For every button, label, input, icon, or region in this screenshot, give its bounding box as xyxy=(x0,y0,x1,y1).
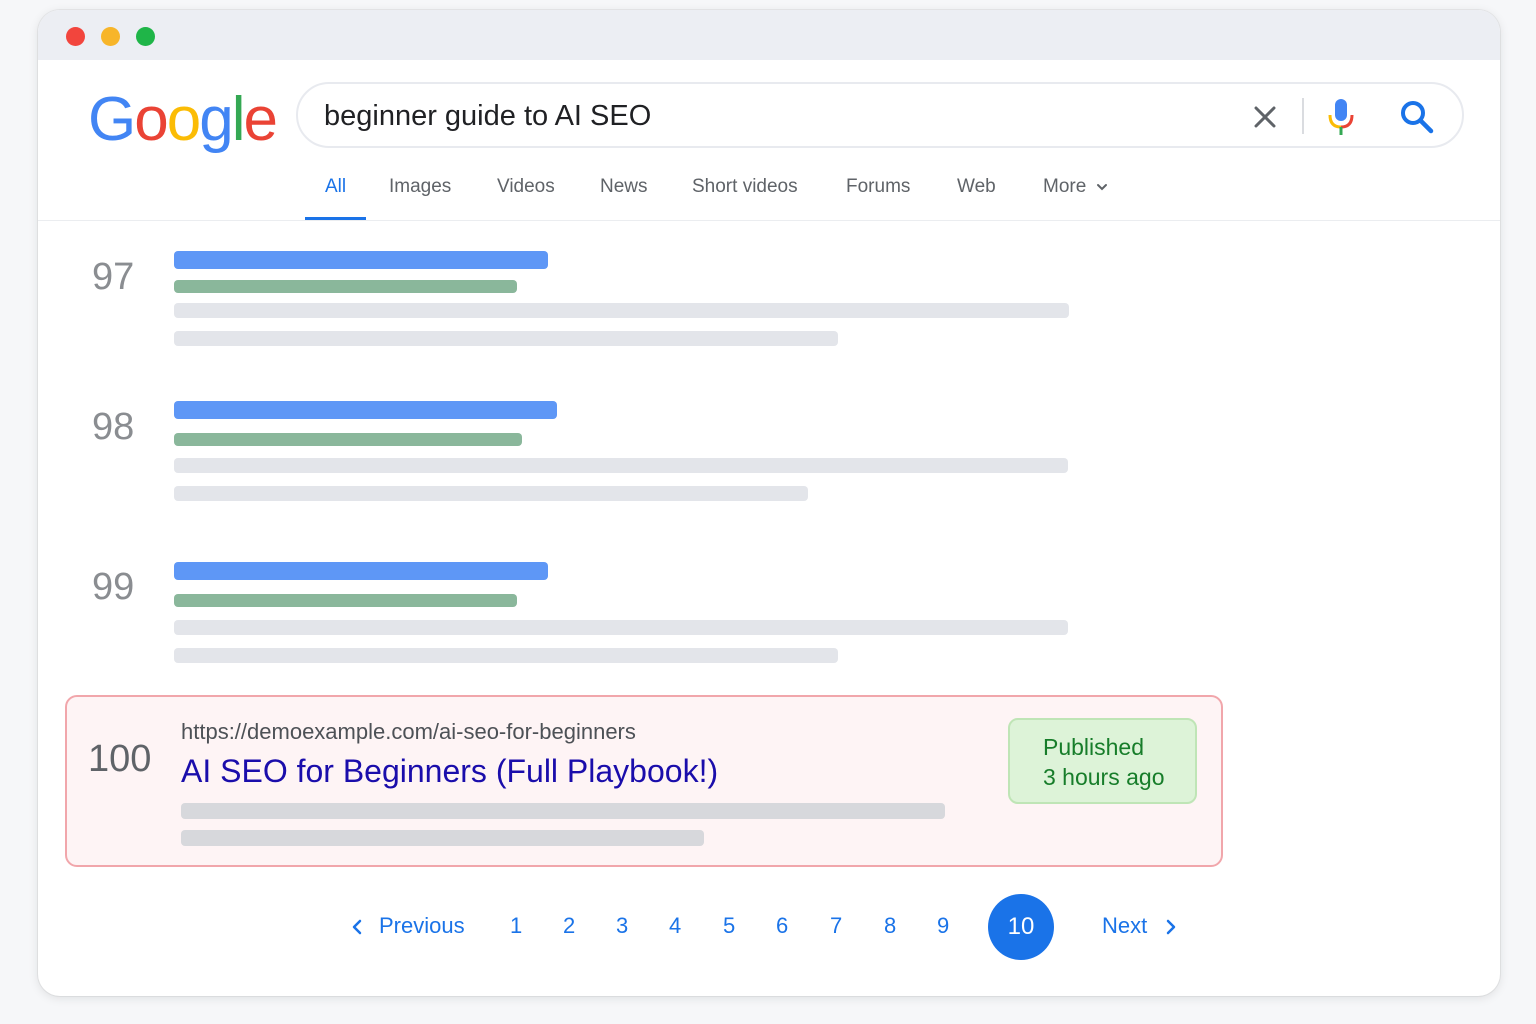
chevron-right-icon[interactable] xyxy=(1164,918,1178,936)
search-input[interactable]: beginner guide to AI SEO xyxy=(324,98,651,134)
result-rank: 99 xyxy=(92,566,135,608)
header-divider xyxy=(38,220,1500,221)
page-link-4[interactable]: 4 xyxy=(669,913,681,939)
logo-letter-g: G xyxy=(88,85,136,154)
logo-letter-l: l xyxy=(231,85,246,154)
published-badge: Published 3 hours ago xyxy=(1008,718,1197,804)
tab-more-label: More xyxy=(1043,176,1087,197)
maximize-window-button[interactable] xyxy=(136,27,155,46)
result-snippet-placeholder xyxy=(174,303,1069,318)
result-snippet-placeholder xyxy=(174,648,838,663)
page-link-9[interactable]: 9 xyxy=(937,913,949,939)
tab-forums[interactable]: Forums xyxy=(846,176,910,198)
result-title-placeholder[interactable] xyxy=(174,401,557,419)
result-snippet-placeholder xyxy=(174,620,1068,635)
page-link-6[interactable]: 6 xyxy=(776,913,788,939)
logo-letter-e: e xyxy=(243,85,278,154)
result-title-placeholder[interactable] xyxy=(174,251,548,269)
result-snippet-placeholder xyxy=(174,458,1068,473)
page-link-8[interactable]: 8 xyxy=(884,913,896,939)
close-window-button[interactable] xyxy=(66,27,85,46)
pagination: Previous 1 2 3 4 5 6 7 8 9 10 Next xyxy=(38,892,1500,962)
badge-line-2: 3 hours ago xyxy=(1043,764,1165,790)
minimize-window-button[interactable] xyxy=(101,27,120,46)
tab-more[interactable]: More xyxy=(1043,176,1108,198)
tab-videos[interactable]: Videos xyxy=(497,176,555,198)
page-link-1[interactable]: 1 xyxy=(510,913,522,939)
tab-short-videos[interactable]: Short videos xyxy=(692,176,798,198)
result-url-placeholder xyxy=(174,433,522,446)
tab-images[interactable]: Images xyxy=(389,176,451,198)
google-logo[interactable]: Google xyxy=(88,80,278,160)
search-tabs: All Images Videos News Short videos Foru… xyxy=(38,170,1500,222)
chevron-left-icon[interactable] xyxy=(350,918,364,936)
page-link-5[interactable]: 5 xyxy=(723,913,735,939)
logo-letter-g2: g xyxy=(199,85,234,154)
microphone-icon[interactable] xyxy=(1324,97,1358,137)
result-snippet-placeholder xyxy=(174,331,838,346)
next-page-link[interactable]: Next xyxy=(1102,913,1147,939)
badge-line-1: Published xyxy=(1043,734,1145,760)
result-snippet-placeholder xyxy=(181,803,945,819)
result-snippet-placeholder xyxy=(181,830,704,846)
search-box[interactable]: beginner guide to AI SEO xyxy=(296,82,1464,148)
browser-window: Google beginner guide to AI SEO All Imag… xyxy=(38,10,1500,996)
logo-letter-o2: o xyxy=(166,85,202,154)
result-rank: 100 xyxy=(88,738,152,780)
chevron-down-icon xyxy=(1096,183,1107,191)
tab-news[interactable]: News xyxy=(600,176,648,198)
search-divider xyxy=(1302,98,1304,134)
tab-web[interactable]: Web xyxy=(957,176,996,198)
result-rank: 97 xyxy=(92,256,135,298)
result-url-placeholder xyxy=(174,594,517,607)
logo-letter-o1: o xyxy=(134,85,169,154)
page-link-2[interactable]: 2 xyxy=(563,913,575,939)
result-title-placeholder[interactable] xyxy=(174,562,548,580)
result-title-link[interactable]: AI SEO for Beginners (Full Playbook!) xyxy=(181,753,718,790)
page-link-7[interactable]: 7 xyxy=(830,913,842,939)
title-bar xyxy=(38,10,1500,60)
page-link-3[interactable]: 3 xyxy=(616,913,628,939)
tab-all[interactable]: All xyxy=(325,176,346,198)
highlighted-result: 100 https://demoexample.com/ai-seo-for-b… xyxy=(65,695,1223,867)
close-icon[interactable] xyxy=(1250,102,1280,132)
result-snippet-placeholder xyxy=(174,486,808,501)
search-icon[interactable] xyxy=(1399,99,1435,135)
previous-page-link[interactable]: Previous xyxy=(379,913,465,939)
result-url[interactable]: https://demoexample.com/ai-seo-for-begin… xyxy=(181,719,636,745)
current-page: 10 xyxy=(988,894,1054,960)
result-rank: 98 xyxy=(92,406,135,448)
result-url-placeholder xyxy=(174,280,517,293)
